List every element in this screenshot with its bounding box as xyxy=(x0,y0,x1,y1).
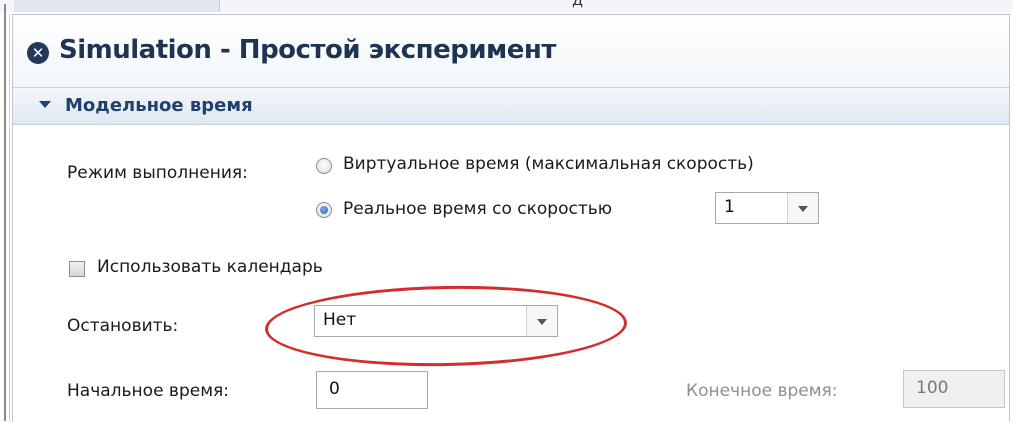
execution-mode-label: Режим выполнения: xyxy=(67,163,248,183)
tab-stub[interactable] xyxy=(14,0,220,12)
left-border xyxy=(4,4,6,421)
radio-real-time[interactable] xyxy=(316,202,332,218)
chevron-down-icon[interactable] xyxy=(787,193,818,223)
calendar-label[interactable]: Использовать календарь xyxy=(97,257,323,277)
radio-virtual-time-label[interactable]: Виртуальное время (максимальная скорость… xyxy=(343,154,754,174)
speed-value: 1 xyxy=(724,197,735,217)
radio-virtual-time[interactable] xyxy=(316,158,332,174)
section-label: Модельное время xyxy=(65,95,253,116)
top-cut-text: д xyxy=(572,0,583,9)
start-time-field[interactable]: 0 xyxy=(316,371,428,409)
speed-combo[interactable]: 1 xyxy=(715,192,819,224)
section-header-model-time[interactable]: Модельное время xyxy=(13,87,1009,125)
top-strip: д xyxy=(0,0,1013,12)
stop-label: Остановить: xyxy=(67,316,179,336)
experiment-panel: ✕ Simulation - Простой эксперимент Модел… xyxy=(12,14,1010,422)
start-time-value: 0 xyxy=(329,379,340,399)
stop-value: Нет xyxy=(323,310,357,330)
end-time-field: 100 xyxy=(903,370,1005,408)
collapse-triangle-icon[interactable] xyxy=(39,101,51,108)
left-border-inner xyxy=(9,14,10,421)
radio-real-time-label[interactable]: Реальное время со скоростью xyxy=(343,199,612,219)
title-bar: ✕ Simulation - Простой эксперимент xyxy=(13,15,1009,87)
start-time-label: Начальное время: xyxy=(67,381,229,401)
chevron-down-icon[interactable] xyxy=(526,306,557,336)
end-time-label: Конечное время: xyxy=(686,381,838,401)
page-title: Simulation - Простой эксперимент xyxy=(59,35,556,65)
stop-combo[interactable]: Нет xyxy=(314,305,558,337)
end-time-value: 100 xyxy=(916,378,949,398)
calendar-checkbox[interactable] xyxy=(69,261,85,277)
close-circle-icon[interactable]: ✕ xyxy=(27,42,49,64)
